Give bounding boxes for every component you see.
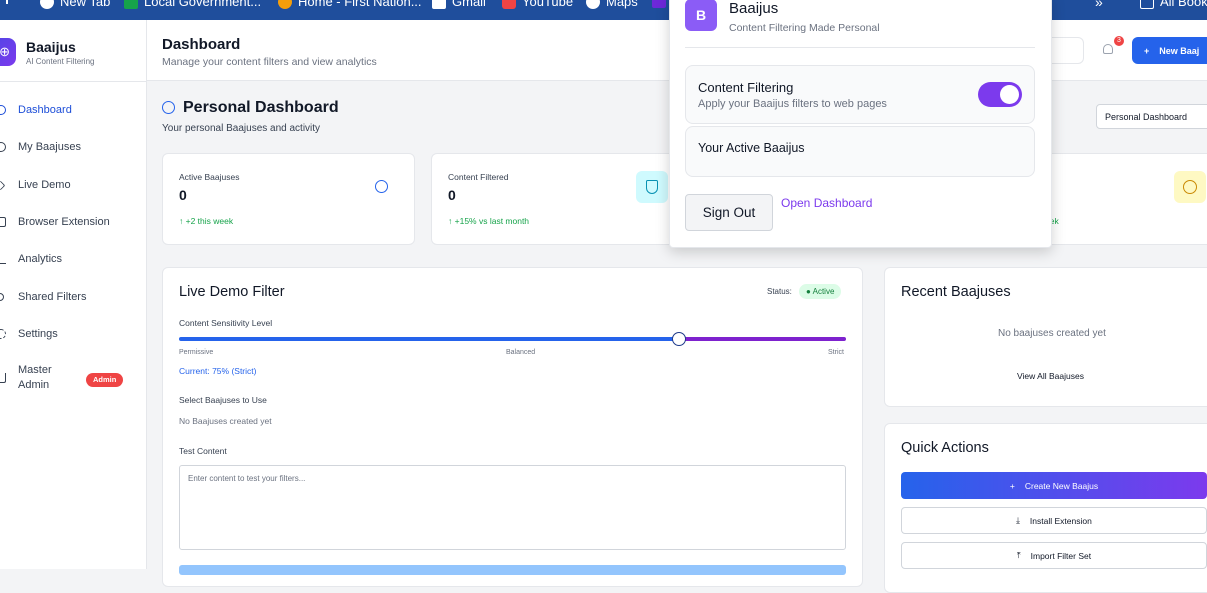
popup-subtitle: Content Filtering Made Personal <box>729 22 880 34</box>
stat-label: Active Baajuses <box>179 172 240 182</box>
bookmark-maps[interactable]: Maps <box>586 0 638 9</box>
shield-icon <box>636 171 668 203</box>
site-icon <box>652 0 666 8</box>
test-content-textarea[interactable]: Enter content to test your filters... <box>179 465 846 550</box>
brain-icon <box>375 180 388 193</box>
sidebar-item-analytics[interactable]: Analytics <box>0 246 140 272</box>
brain-icon <box>0 142 6 152</box>
gear-icon <box>0 329 6 339</box>
scale-label-balanced: Balanced <box>506 349 536 356</box>
share-icon <box>0 293 4 301</box>
bookmark-local-government[interactable]: Local Government... <box>124 0 261 9</box>
popup-title: Baaijus <box>729 0 779 17</box>
status-badge: ● Active <box>799 284 842 299</box>
puzzle-icon <box>0 217 6 227</box>
test-content-label: Test Content <box>179 446 227 456</box>
recent-empty-text: No baajuses created yet <box>998 328 1106 339</box>
bookmark-separator <box>6 0 8 4</box>
sensitivity-label: Content Sensitivity Level <box>179 318 273 328</box>
folder-icon <box>1140 0 1154 9</box>
sidebar-item-live-demo[interactable]: Live Demo <box>0 172 140 198</box>
current-sensitivity-text: Current: 75% (Strict) <box>179 366 257 376</box>
all-bookmarks-button[interactable]: All Book <box>1140 0 1207 9</box>
view-all-baajuses-link[interactable]: View All Baajuses <box>1017 371 1084 381</box>
bookmark-youtube[interactable]: YouTube <box>502 0 573 9</box>
toggle-knob <box>1000 85 1019 104</box>
bookmark-gmail[interactable]: Gmail <box>432 0 486 9</box>
dashboard-subtitle: Your personal Baajuses and activity <box>162 123 321 134</box>
stat-trend: ↑ +15% vs last month <box>448 216 530 226</box>
maps-icon <box>586 0 600 9</box>
content-filtering-desc: Apply your Baaijus filters to web pages <box>698 98 887 110</box>
globe-icon <box>40 0 54 9</box>
dashboard-title: Personal Dashboard <box>183 99 339 116</box>
no-baajuses-text: No Baajuses created yet <box>179 416 272 426</box>
upload-icon: ⤒ <box>1016 550 1021 560</box>
plus-icon: + <box>1144 45 1150 56</box>
import-filter-set-button[interactable]: ⤒ Import Filter Set <box>901 542 1207 569</box>
brand-header: ⊕ Baaijus AI Content Filtering <box>0 20 147 82</box>
live-demo-title: Live Demo Filter <box>179 284 285 300</box>
bookmark-extra[interactable] <box>652 0 666 8</box>
new-baajus-button[interactable]: + New Baaj <box>1132 37 1207 64</box>
admin-badge: Admin <box>86 373 124 387</box>
recent-baajuses-title: Recent Baajuses <box>901 284 1011 300</box>
sidebar-item-shared-filters[interactable]: Shared Filters <box>0 284 140 310</box>
sidebar-item-browser-extension[interactable]: Browser Extension <box>0 209 140 235</box>
brain-icon <box>0 105 6 115</box>
bookmark-new-tab[interactable]: New Tab <box>40 0 110 9</box>
scale-label-strict: Strict <box>828 349 844 356</box>
brain-icon: ⊕ <box>0 44 10 59</box>
youtube-icon <box>502 0 516 9</box>
notification-count-badge: 3 <box>1114 36 1124 46</box>
stat-card-active-baajuses <box>162 153 415 245</box>
stat-label: Content Filtered <box>448 172 509 182</box>
site-icon <box>278 0 292 9</box>
stat-value: 0 <box>179 187 187 203</box>
crown-icon <box>0 373 6 383</box>
scale-label-permissive: Permissive <box>179 349 214 356</box>
chevron-right-icon <box>0 180 6 190</box>
stat-value: 0 <box>448 187 456 203</box>
download-icon: ⤓ <box>1016 515 1020 525</box>
brand-name: Baaijus <box>26 39 76 55</box>
test-filter-button[interactable] <box>179 565 846 575</box>
content-filtering-title: Content Filtering <box>698 80 794 95</box>
sign-out-button[interactable]: Sign Out <box>685 194 773 231</box>
open-dashboard-link[interactable]: Open Dashboard <box>781 196 872 210</box>
sidebar-item-settings[interactable]: Settings <box>0 321 140 347</box>
brand-subtitle: AI Content Filtering <box>26 57 95 66</box>
page-title: Dashboard <box>162 36 241 53</box>
sidebar-item-my-baajuses[interactable]: My Baajuses <box>0 134 140 160</box>
create-new-baajus-button[interactable]: + Create New Baajus <box>901 472 1207 499</box>
brand-logo: ⊕ <box>0 38 16 66</box>
bell-icon[interactable] <box>1103 44 1113 54</box>
status-label: Status: <box>767 287 792 296</box>
bookmark-first-nation[interactable]: Home - First Nation... <box>278 0 422 9</box>
flag-icon <box>124 0 138 9</box>
brain-icon <box>162 101 175 114</box>
clock-icon <box>1174 171 1206 203</box>
quick-actions-title: Quick Actions <box>901 440 989 456</box>
sensitivity-slider-track[interactable] <box>179 337 680 341</box>
plus-icon: + <box>1009 480 1015 491</box>
active-baaijus-title: Your Active Baaijus <box>698 141 805 155</box>
bar-chart-icon <box>0 254 6 264</box>
stat-trend: ↑ +2 this week <box>179 216 234 226</box>
select-baajuses-label: Select Baajuses to Use <box>179 395 267 405</box>
sidebar-item-dashboard[interactable]: Dashboard <box>0 97 140 123</box>
sensitivity-slider-track-rest[interactable] <box>679 337 846 341</box>
gmail-icon <box>432 0 446 9</box>
dashboard-view-select[interactable]: Personal Dashboard <box>1096 104 1207 129</box>
bookmarks-overflow-button[interactable]: » <box>1095 0 1103 10</box>
install-extension-button[interactable]: ⤓ Install Extension <box>901 507 1207 534</box>
popup-logo: B <box>685 0 717 31</box>
popup-divider <box>685 47 1035 48</box>
page-subtitle: Manage your content filters and view ana… <box>162 56 377 68</box>
